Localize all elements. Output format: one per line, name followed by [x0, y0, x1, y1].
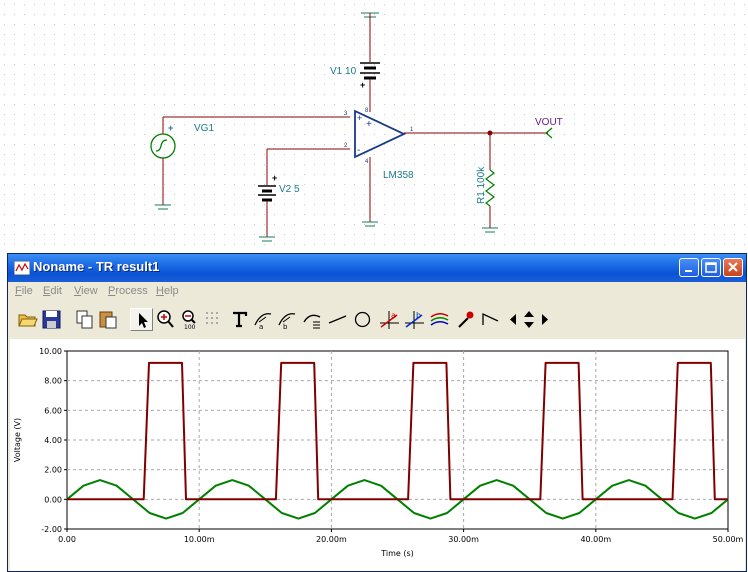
open-folder-icon: [18, 314, 38, 327]
menu-process[interactable]: Process: [108, 285, 148, 297]
v2-label: V2 5: [279, 184, 300, 195]
line-icon: [328, 315, 347, 324]
curve-label-button[interactable]: a: [252, 308, 275, 331]
copy-button[interactable]: [73, 308, 96, 331]
cursor-b-button[interactable]: b: [403, 308, 426, 331]
waveform-plot[interactable]: 0.00 10.00m 20.00m 30.00m 40.00m 50.00m-2.000…: [10, 339, 745, 571]
x-tick-label: 40.00m: [580, 535, 611, 544]
curve-label-icon: a: [254, 313, 272, 331]
cursor-a-icon: a: [380, 311, 399, 329]
x-axis-label: Time (s): [380, 549, 414, 558]
x-tick-label: 10.00m: [184, 535, 215, 544]
curve-label2-button[interactable]: b: [276, 308, 299, 331]
minimize-icon: [685, 270, 692, 272]
x-tick-label: 0.00: [58, 535, 76, 544]
zoom-100-icon: 100: [182, 310, 196, 331]
y-tick-label: 0.00: [44, 495, 62, 504]
menu-view[interactable]: View: [74, 285, 98, 297]
x-tick-label: 50.00m: [713, 535, 744, 544]
svg-text:100: 100: [184, 324, 196, 331]
line-button[interactable]: [326, 308, 349, 331]
right-arrow-icon: [542, 314, 548, 325]
schematic-canvas[interactable]: V1 10 + VG1 + V2 5 + + - + 3 2 1 8 4 LM3…: [0, 0, 748, 252]
grid-button[interactable]: [202, 308, 225, 331]
grid-icon: [206, 312, 218, 324]
zoom-in-button[interactable]: [154, 308, 177, 331]
maximize-button[interactable]: [701, 258, 721, 277]
v1-plus: +: [360, 80, 365, 90]
open-button[interactable]: [16, 308, 39, 331]
text-button[interactable]: [228, 308, 251, 331]
opamp-label: LM358: [383, 170, 414, 181]
pointer-button[interactable]: [130, 308, 153, 331]
maximize-icon: [705, 262, 717, 273]
up-down-arrow-icon: [524, 311, 534, 328]
y-tick-label: 2.00: [44, 466, 62, 475]
menu-help[interactable]: Help: [156, 285, 179, 297]
y-tick-label: -2.00: [41, 525, 62, 534]
r1-label: R1 100k: [476, 166, 487, 204]
step-button[interactable]: [479, 308, 502, 331]
x-tick-label: 30.00m: [448, 535, 479, 544]
title-bar[interactable]: Noname - TR result1: [8, 254, 746, 282]
scroll-right-button[interactable]: [538, 308, 552, 331]
vout-label: VOUT: [535, 117, 563, 128]
zoom-in-icon: [157, 310, 174, 328]
y-tick-label: 4.00: [44, 436, 62, 445]
svg-text:b: b: [283, 323, 288, 331]
vg1-plus: +: [168, 123, 173, 133]
header-icon: [303, 314, 321, 329]
curve-label2-icon: b: [278, 313, 296, 331]
y-tick-label: 6.00: [44, 406, 62, 415]
toolbar: 100 a b a b: [8, 306, 746, 334]
menu-bar: File Edit View Process Help: [8, 282, 746, 302]
y-axis-label: Voltage (V): [13, 418, 22, 462]
multi-curve-button[interactable]: [428, 308, 451, 331]
save-icon: [42, 310, 61, 329]
opamp-minus-sign: -: [357, 145, 360, 156]
window-title: Noname - TR result1: [33, 259, 160, 274]
opamp-plus-in: +: [357, 113, 362, 123]
vg1-label: VG1: [194, 123, 214, 134]
v1-label: V1 10: [330, 66, 357, 77]
series-line-square: [67, 361, 728, 501]
circle-button[interactable]: [351, 308, 374, 331]
chart-app-icon: [14, 261, 30, 275]
menu-edit[interactable]: Edit: [43, 285, 62, 297]
y-tick-label: 8.00: [44, 377, 62, 386]
paste-icon: [99, 311, 117, 329]
zoom-100-button[interactable]: 100: [178, 308, 201, 331]
pointer-icon: [139, 313, 148, 328]
step-icon: [482, 312, 499, 325]
close-icon: [728, 262, 738, 272]
menu-file[interactable]: File: [15, 285, 33, 297]
text-icon: [233, 311, 248, 328]
plot-ticks: 0.00 10.00m 20.00m 30.00m 40.00m 50.00m-2.000…: [39, 347, 743, 544]
opamp-plus-sign: +: [366, 119, 372, 130]
circle-icon: [354, 311, 371, 328]
plot-series: [66, 361, 729, 520]
cursor-b-icon: b: [405, 311, 424, 329]
cursor-a-button[interactable]: a: [378, 308, 401, 331]
copy-icon: [76, 310, 93, 329]
close-button[interactable]: [723, 258, 743, 277]
svg-text:a: a: [259, 323, 263, 331]
eyedropper-button[interactable]: [454, 308, 477, 331]
eyedropper-icon: [458, 311, 474, 328]
v2-plus: +: [272, 173, 277, 183]
paste-button[interactable]: [97, 308, 120, 331]
x-tick-label: 20.00m: [316, 535, 347, 544]
scroll-left-button[interactable]: [506, 308, 520, 331]
left-arrow-icon: [510, 314, 516, 325]
y-tick-label: 10.00: [39, 347, 62, 356]
save-button[interactable]: [40, 308, 63, 331]
tr-result-window[interactable]: Noname - TR result1 File Edit View Proce…: [7, 253, 747, 572]
svg-text:b: b: [416, 311, 421, 320]
multi-curve-icon: [430, 313, 449, 326]
plot-grid: [66, 350, 729, 530]
minimize-button[interactable]: [679, 258, 699, 277]
svg-text:a: a: [391, 311, 396, 320]
header-button[interactable]: [301, 308, 324, 331]
scroll-updown-button[interactable]: [520, 308, 538, 331]
